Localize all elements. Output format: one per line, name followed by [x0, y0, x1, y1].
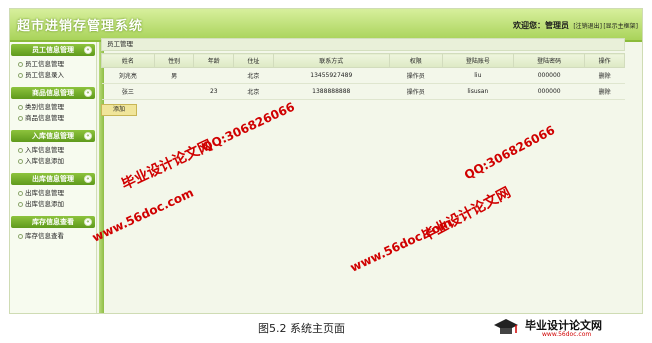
- bullet-icon: [18, 158, 23, 164]
- section-title: 库存信息查看: [32, 218, 74, 226]
- bullet-icon: [18, 72, 23, 78]
- sidebar-section-stock-out: 出库信息管理 « 出库信息管理 出库信息添加: [10, 173, 96, 214]
- collapse-icon[interactable]: «: [84, 218, 92, 226]
- table-cell: [154, 83, 194, 100]
- column-header: 年龄: [193, 53, 235, 68]
- bullet-icon: [18, 147, 23, 153]
- section-header-employee[interactable]: 员工信息管理 «: [11, 44, 95, 56]
- column-header: 登陆密码: [512, 53, 586, 68]
- table-cell: 操作员: [389, 67, 443, 84]
- sidebar-item-employee-manage[interactable]: 员工信息管理: [18, 59, 96, 70]
- panel-title: 员工管理: [101, 38, 625, 51]
- bullet-icon: [18, 233, 23, 239]
- table-header-row: 姓名 性别 年龄 住址 联系方式 权限 登陆账号 登陆密码 操作: [101, 53, 625, 68]
- table-cell: 000000: [513, 67, 585, 84]
- welcome-text: 欢迎您：管理员: [513, 21, 569, 30]
- column-header: 操作: [584, 53, 625, 68]
- column-header: 姓名: [101, 53, 155, 68]
- column-header: 性别: [153, 53, 195, 68]
- bullet-icon: [18, 104, 23, 110]
- column-header: 权限: [388, 53, 443, 68]
- bullet-icon: [18, 115, 23, 121]
- table-cell: 男: [154, 67, 194, 84]
- employee-table: 姓名 性别 年龄 住址 联系方式 权限 登陆账号 登陆密码 操作 刘兆亮 男 北…: [101, 53, 625, 100]
- sidebar-item-stock-out-manage[interactable]: 出库信息管理: [18, 188, 96, 199]
- table-cell: [193, 67, 234, 84]
- collapse-icon[interactable]: «: [84, 89, 92, 97]
- table-cell: 刘兆亮: [101, 67, 155, 84]
- logout-link[interactable]: [注销退出]: [573, 21, 602, 30]
- table-cell: 13455927489: [273, 67, 390, 84]
- table-cell: lisusan: [442, 83, 514, 100]
- sidebar-item-stock-in-manage[interactable]: 入库信息管理: [18, 145, 96, 156]
- column-header: 登陆账号: [441, 53, 514, 68]
- table-cell: 北京: [233, 67, 274, 84]
- section-title: 商品信息管理: [32, 89, 74, 97]
- table-cell: liu: [442, 67, 514, 84]
- collapse-icon[interactable]: «: [84, 175, 92, 183]
- section-header-goods[interactable]: 商品信息管理 «: [11, 87, 95, 99]
- table-cell: 23: [193, 83, 234, 100]
- table-row: 张三 23 北京 1388888888 操作员 lisusan 000000 删…: [101, 83, 625, 100]
- table-cell: 北京: [233, 83, 274, 100]
- section-title: 出库信息管理: [32, 175, 74, 183]
- section-header-stock-in[interactable]: 入库信息管理 «: [11, 130, 95, 142]
- sidebar-section-goods: 商品信息管理 « 类别信息管理 商品信息管理: [10, 87, 96, 128]
- table-cell: 操作员: [389, 83, 443, 100]
- show-main-frame-link[interactable]: [显示主框架]: [603, 21, 638, 30]
- sidebar-item-employee-add[interactable]: 员工信息录入: [18, 70, 96, 81]
- sidebar-item-stock-in-add[interactable]: 入库信息添加: [18, 156, 96, 167]
- sidebar-section-inventory: 库存信息查看 « 库存信息查看: [10, 216, 96, 246]
- sidebar: 员工信息管理 « 员工信息管理 员工信息录入 商品信息管理 « 类别信息管理 商…: [10, 42, 97, 313]
- delete-link[interactable]: 删除: [584, 83, 625, 100]
- sidebar-item-stock-out-add[interactable]: 出库信息添加: [18, 199, 96, 210]
- bullet-icon: [18, 190, 23, 196]
- table-cell: 1388888888: [273, 83, 390, 100]
- app-title: 超市进销存管理系统: [17, 19, 144, 34]
- section-header-stock-out[interactable]: 出库信息管理 «: [11, 173, 95, 185]
- sidebar-section-employee: 员工信息管理 « 员工信息管理 员工信息录入: [10, 44, 96, 85]
- section-title: 员工信息管理: [32, 46, 74, 54]
- sidebar-section-stock-in: 入库信息管理 « 入库信息管理 入库信息添加: [10, 130, 96, 171]
- sidebar-item-category-manage[interactable]: 类别信息管理: [18, 102, 96, 113]
- collapse-icon[interactable]: «: [84, 46, 92, 54]
- logo-graduation-cap-icon: [494, 319, 518, 334]
- table-row: 刘兆亮 男 北京 13455927489 操作员 liu 000000 删除: [101, 67, 625, 84]
- section-title: 入库信息管理: [32, 132, 74, 140]
- delete-link[interactable]: 删除: [584, 67, 625, 84]
- column-header: 联系方式: [272, 53, 390, 68]
- column-header: 住址: [233, 53, 274, 68]
- main-content: 员工管理 姓名 性别 年龄 住址 联系方式 权限 登陆账号 登陆密码 操作 刘兆…: [101, 38, 625, 116]
- collapse-icon[interactable]: «: [84, 132, 92, 140]
- bullet-icon: [18, 201, 23, 207]
- footer-logo-url: www.56doc.com: [542, 331, 592, 338]
- sidebar-item-inventory-view[interactable]: 库存信息查看: [18, 231, 96, 242]
- table-cell: 000000: [513, 83, 585, 100]
- sidebar-item-goods-manage[interactable]: 商品信息管理: [18, 113, 96, 124]
- section-header-inventory[interactable]: 库存信息查看 «: [11, 216, 95, 228]
- table-cell: 张三: [101, 83, 155, 100]
- bullet-icon: [18, 61, 23, 67]
- add-button[interactable]: 添加: [101, 104, 137, 116]
- figure-caption: 图5.2 系统主页面: [258, 322, 345, 335]
